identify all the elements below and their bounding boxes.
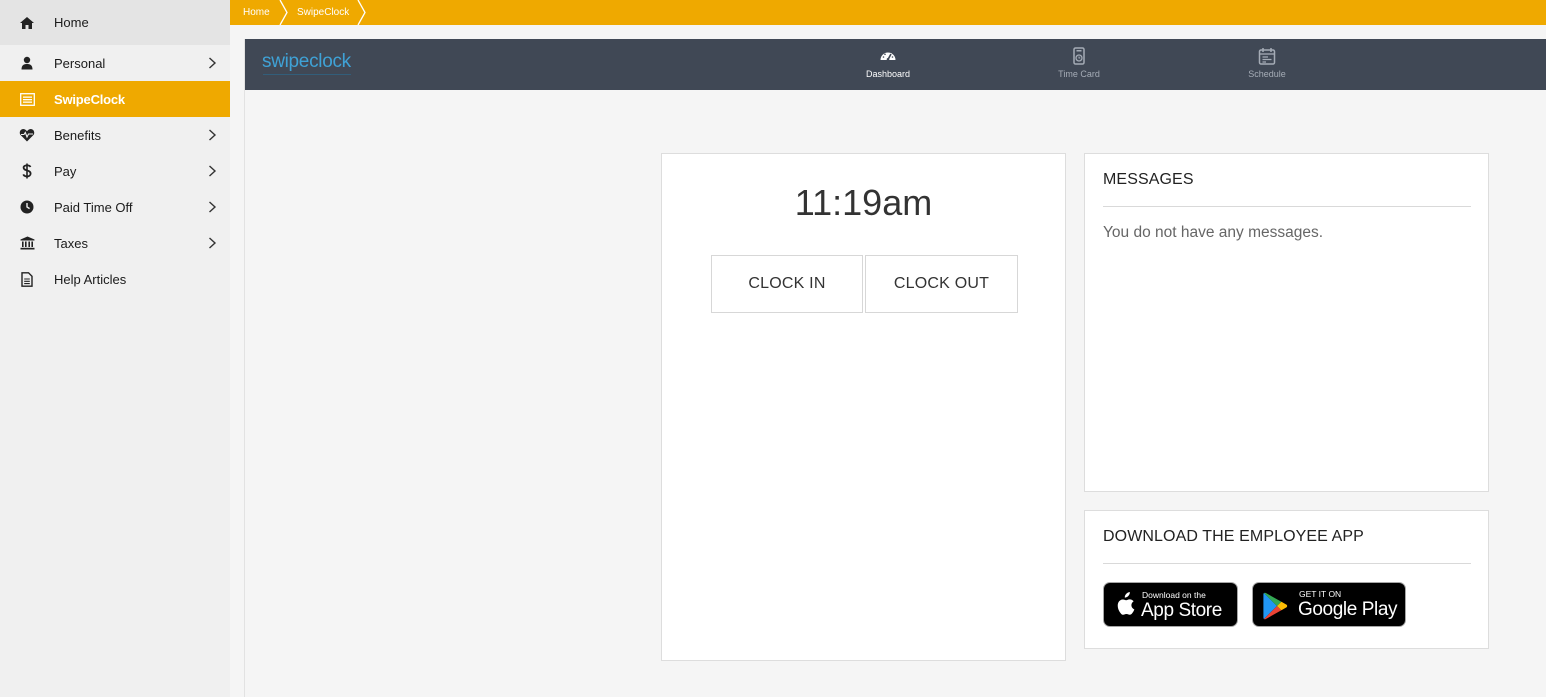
user-icon	[18, 54, 36, 72]
app-store-badge[interactable]: Download on the App Store	[1103, 582, 1238, 627]
speedometer-icon	[880, 52, 896, 61]
sidebar-item-label: Taxes	[54, 235, 88, 251]
logo-tagline-line	[263, 74, 351, 75]
sidebar-item-taxes[interactable]: Taxes	[0, 225, 230, 261]
dollar-icon	[18, 162, 36, 180]
top-navigation: swipeclock Dashboard Time Card Schedule	[245, 39, 1546, 90]
messages-empty-text: You do not have any messages.	[1103, 224, 1324, 241]
tab-time-card[interactable]: Time Card	[1034, 47, 1124, 79]
sidebar-item-swipeclock[interactable]: SwipeClock	[0, 81, 230, 117]
document-icon	[18, 270, 36, 288]
clock-out-button[interactable]: CLOCK OUT	[865, 255, 1018, 313]
sidebar-item-pay[interactable]: Pay	[0, 153, 230, 189]
timecard-icon	[1073, 47, 1085, 65]
sidebar: Home Personal SwipeClock Benefits Pay Pa…	[0, 0, 230, 697]
tab-schedule[interactable]: Schedule	[1222, 47, 1312, 79]
sidebar-item-label: Paid Time Off	[54, 199, 133, 215]
swipeclock-logo[interactable]: swipeclock	[262, 51, 351, 73]
tab-dashboard[interactable]: Dashboard	[843, 47, 933, 79]
chevron-right-icon	[209, 165, 217, 177]
home-icon	[18, 14, 36, 32]
list-icon	[18, 90, 36, 108]
messages-title: MESSAGES	[1103, 171, 1194, 188]
google-play-badge[interactable]: GET IT ON Google Play	[1252, 582, 1406, 627]
sidebar-item-label: SwipeClock	[54, 91, 125, 107]
bank-icon	[18, 234, 36, 252]
clock-card: 11:19am CLOCK IN CLOCK OUT	[661, 153, 1066, 661]
sidebar-item-benefits[interactable]: Benefits	[0, 117, 230, 153]
sidebar-item-label: Benefits	[54, 127, 101, 143]
tab-label: Dashboard	[865, 69, 911, 79]
divider	[1103, 206, 1471, 207]
download-title: DOWNLOAD THE EMPLOYEE APP	[1103, 528, 1364, 545]
current-time: 11:19am	[794, 182, 933, 223]
chevron-right-icon	[209, 57, 217, 69]
chevron-right-icon	[209, 201, 217, 213]
sidebar-item-label: Pay	[54, 163, 77, 179]
breadcrumb: Home SwipeClock	[230, 0, 1546, 25]
download-app-card: DOWNLOAD THE EMPLOYEE APP Download on th…	[1084, 510, 1489, 649]
heartbeat-icon	[18, 126, 36, 144]
divider	[1103, 563, 1471, 564]
breadcrumb-separator-icon	[357, 0, 366, 25]
google-play-small-text: GET IT ON	[1299, 589, 1342, 599]
sidebar-item-label: Home	[54, 15, 89, 30]
sidebar-item-personal[interactable]: Personal	[0, 45, 230, 81]
tab-label: Time Card	[1058, 69, 1100, 79]
sidebar-item-home[interactable]: Home	[0, 0, 230, 45]
google-play-icon	[1263, 592, 1288, 620]
calendar-icon	[1258, 48, 1276, 65]
google-play-big-text: Google Play	[1298, 599, 1398, 620]
clock-in-button[interactable]: CLOCK IN	[711, 255, 863, 313]
breadcrumb-swipeclock[interactable]: SwipeClock	[297, 0, 349, 25]
sidebar-item-label: Help Articles	[54, 271, 127, 287]
sidebar-item-help-articles[interactable]: Help Articles	[0, 261, 230, 297]
breadcrumb-separator-icon	[279, 0, 288, 25]
tab-label: Schedule	[1248, 69, 1286, 79]
sidebar-item-label: Personal	[54, 55, 106, 71]
chevron-right-icon	[209, 129, 217, 141]
messages-card: MESSAGES You do not have any messages.	[1084, 153, 1489, 492]
sidebar-item-paid-time-off[interactable]: Paid Time Off	[0, 189, 230, 225]
clock-icon	[18, 198, 36, 216]
breadcrumb-home[interactable]: Home	[243, 0, 270, 25]
apple-logo-icon	[1117, 592, 1135, 615]
chevron-right-icon	[209, 237, 217, 249]
app-store-small-text: Download on the	[1142, 590, 1206, 600]
app-store-big-text: App Store	[1141, 600, 1222, 621]
